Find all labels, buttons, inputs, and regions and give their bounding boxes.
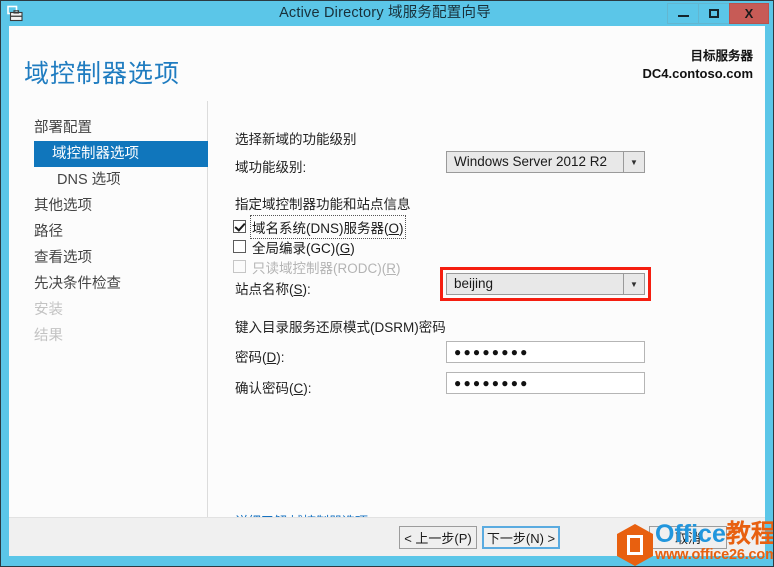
previous-button[interactable]: < 上一步(P) xyxy=(399,526,477,549)
domain-functional-level-label: 域功能级别: xyxy=(235,160,307,175)
sidebar-item-domain-controller-options[interactable]: 域控制器选项 xyxy=(34,141,208,167)
wizard-window: Active Directory 域服务配置向导 X 域控制器选项 目标服务器 … xyxy=(0,0,774,567)
checkbox-dns-server-box[interactable] xyxy=(233,220,246,233)
section-functional-level-heading: 选择新域的功能级别 xyxy=(235,132,357,147)
checkbox-rodc-box xyxy=(233,260,246,273)
sidebar-item-additional-options[interactable]: 其他选项 xyxy=(9,193,207,219)
page-header: 域控制器选项 目标服务器 DC4.contoso.com xyxy=(9,26,765,101)
window-controls: X xyxy=(667,3,769,24)
checkbox-rodc-label: 只读域控制器(RODC)(R) xyxy=(252,260,401,276)
maximize-icon xyxy=(709,9,719,18)
target-server-name: DC4.contoso.com xyxy=(642,66,753,81)
confirm-password-label: 确认密码(C): xyxy=(235,381,312,396)
body-split: 部署配置 域控制器选项 DNS 选项 其他选项 路径 查看选项 先决条件检查 安… xyxy=(9,101,765,529)
next-button[interactable]: 下一步(N) > xyxy=(482,526,560,549)
chevron-down-icon: ▼ xyxy=(623,152,644,172)
checkbox-global-catalog-label: 全局编录(GC)(G) xyxy=(252,240,355,256)
checkbox-global-catalog-box[interactable] xyxy=(233,240,246,253)
site-name-dropdown[interactable]: beijing ▼ xyxy=(440,267,651,301)
target-server-label: 目标服务器 xyxy=(690,49,753,63)
checkbox-dns-server[interactable]: 域名系统(DNS)服务器(O) xyxy=(233,214,406,239)
target-server-block: 目标服务器 DC4.contoso.com xyxy=(642,48,753,82)
server-wizard-icon xyxy=(1,1,29,26)
sidebar-item-prerequisites-check[interactable]: 先决条件检查 xyxy=(9,271,207,297)
minimize-button[interactable] xyxy=(667,3,698,24)
checkbox-dns-server-label: 域名系统(DNS)服务器(O) xyxy=(250,214,406,239)
sidebar-item-paths[interactable]: 路径 xyxy=(9,219,207,245)
password-label: 密码(D): xyxy=(235,350,285,365)
sidebar-item-review-options[interactable]: 查看选项 xyxy=(9,245,207,271)
title-bar[interactable]: Active Directory 域服务配置向导 X xyxy=(1,1,773,26)
wizard-step-list: 部署配置 域控制器选项 DNS 选项 其他选项 路径 查看选项 先决条件检查 安… xyxy=(9,101,208,517)
domain-functional-level-dropdown[interactable]: Windows Server 2012 R2 ▼ xyxy=(446,151,645,173)
button-bar: < 上一步(P) 下一步(N) > 取消 xyxy=(9,517,765,556)
section-capabilities-heading: 指定域控制器功能和站点信息 xyxy=(235,197,411,212)
sidebar-item-deployment-config[interactable]: 部署配置 xyxy=(9,115,207,141)
content-pane: 选择新域的功能级别 域功能级别: Windows Server 2012 R2 … xyxy=(209,101,765,529)
sidebar-item-installation: 安装 xyxy=(34,302,63,318)
domain-functional-level-value: Windows Server 2012 R2 xyxy=(454,154,608,169)
checkbox-rodc: 只读域控制器(RODC)(R) xyxy=(233,257,401,276)
maximize-button[interactable] xyxy=(698,3,729,24)
window-title: Active Directory 域服务配置向导 xyxy=(279,5,491,21)
chevron-down-icon: ▼ xyxy=(623,274,644,294)
page-title: 域控制器选项 xyxy=(24,60,181,88)
cancel-button[interactable]: 取消 xyxy=(649,526,727,549)
section-dsrm-heading: 键入目录服务还原模式(DSRM)密码 xyxy=(235,320,446,335)
close-button[interactable]: X xyxy=(729,3,769,24)
site-name-value: beijing xyxy=(454,276,494,291)
sidebar-item-dns-options[interactable]: DNS 选项 xyxy=(9,167,207,193)
minimize-icon xyxy=(677,15,689,17)
password-input[interactable]: ●●●●●●●● xyxy=(446,341,645,363)
checkbox-global-catalog[interactable]: 全局编录(GC)(G) xyxy=(233,237,355,256)
confirm-password-input[interactable]: ●●●●●●●● xyxy=(446,372,645,394)
sidebar-item-results: 结果 xyxy=(34,328,63,344)
site-name-label: 站点名称(S): xyxy=(235,282,311,297)
client-area: 域控制器选项 目标服务器 DC4.contoso.com 部署配置 域控制器选项… xyxy=(9,26,765,556)
